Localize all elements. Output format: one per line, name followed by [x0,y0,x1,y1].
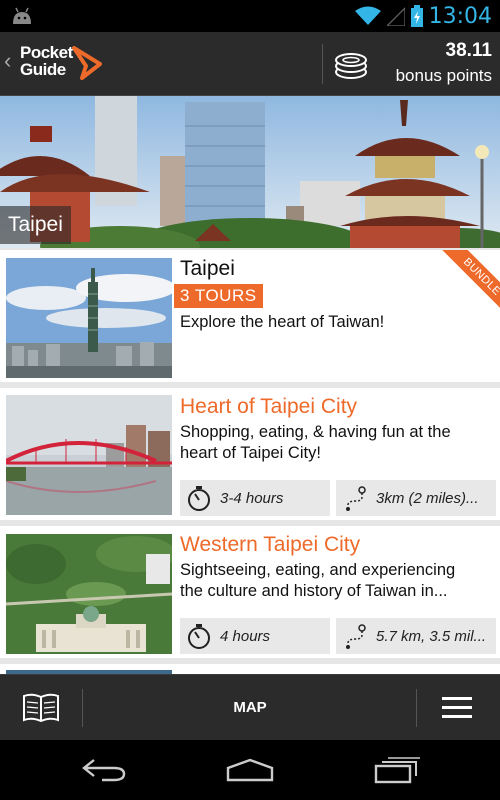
hero-skyline-illustration [0,96,500,248]
pocket-guide-logo[interactable]: Pocket Guide [20,44,110,84]
bundle-description: Explore the heart of Taiwan! [180,313,385,331]
back-chevron-icon[interactable]: ‹ [4,50,11,72]
status-time: 13:04 [428,3,492,29]
nav-back-icon[interactable] [82,758,126,782]
bundle-image [6,258,172,378]
wifi-icon [354,6,381,25]
coins-icon[interactable] [333,48,369,80]
bundle-title: Taipei [180,257,235,280]
bundle-card[interactable]: Taipei 3 TOURS Explore the heart of Taiw… [0,250,500,382]
tour-image [6,534,172,654]
status-bar: 13:04 [0,0,500,32]
tour-list[interactable]: Taipei 3 TOURS Explore the heart of Taiw… [0,248,500,674]
stopwatch-icon [188,486,210,511]
tour-card[interactable]: Western Taipei City Sightseeing, eating,… [0,526,500,658]
tour-image [6,395,172,515]
tour-card-partial[interactable] [0,664,500,674]
tour-card[interactable]: Heart of Taipei City Shopping, eating, &… [0,388,500,520]
tour-title: Western Taipei City [180,533,361,556]
bottom-toolbar: MAP [0,674,500,740]
distance-chip: 3km (2 miles)... [336,480,496,516]
route-icon [346,624,366,649]
book-icon[interactable] [22,693,60,723]
bonus-points-value: 38.11 [445,40,493,61]
bundle-ribbon: BUNDLE [436,250,500,314]
route-icon [346,486,366,511]
logo-arrow-icon [72,46,102,80]
signal-icon [386,7,405,26]
toolbar-divider [416,689,417,727]
duration-chip: 3-4 hours [180,480,330,516]
distance-chip: 5.7 km, 3.5 mil... [336,618,496,654]
nav-home-icon[interactable] [226,758,274,782]
bonus-points-label: bonus points [395,66,492,85]
tours-count-badge: 3 TOURS [174,284,263,308]
app-bar: ‹ Pocket Guide 38.11 bonus points [0,32,500,96]
duration-chip: 4 hours [180,618,330,654]
toolbar-divider [82,689,83,727]
appbar-divider [322,44,323,84]
battery-icon [410,5,423,27]
system-nav-bar [0,740,500,800]
tour-description: Sightseeing, eating, and experiencing th… [180,561,456,600]
tour-description: Shopping, eating, & having fun at the he… [180,423,451,462]
stopwatch-icon [188,624,210,649]
hamburger-menu-icon[interactable] [442,696,472,720]
nav-recents-icon[interactable] [374,756,420,784]
logo-text: Pocket Guide [20,43,73,79]
hero-image[interactable] [0,96,500,248]
map-button[interactable]: MAP [200,675,300,741]
tour-title: Heart of Taipei City [180,395,358,418]
android-icon [13,7,31,24]
hero-city-label: Taipei [0,206,71,244]
